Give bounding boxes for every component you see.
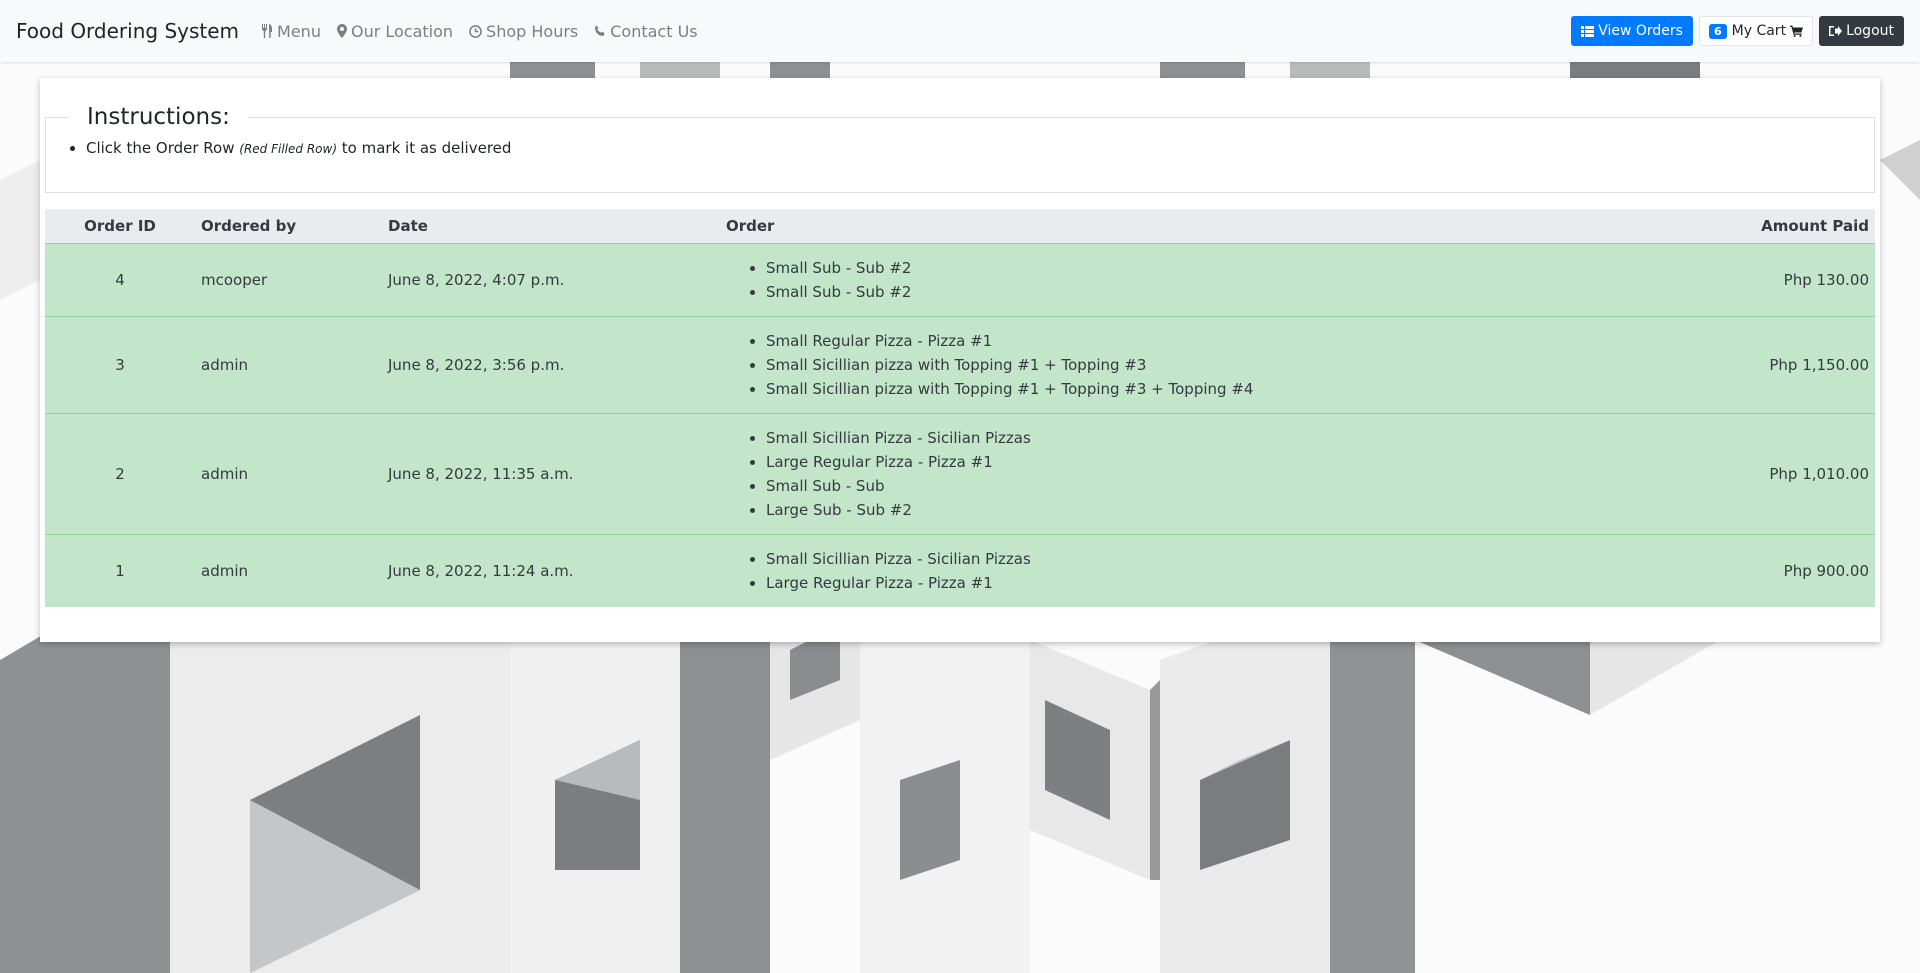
amount-paid-cell: Php 900.00 [1783, 561, 1869, 580]
order-item: Small Sicillian Pizza - Sicilian Pizzas [766, 426, 1609, 450]
instruction-suffix: to mark it as delivered [341, 139, 512, 157]
amount-paid-cell: Php 1,010.00 [1769, 464, 1869, 483]
order-id-cell: 2 [115, 464, 125, 483]
order-items-cell: Small Sicillian Pizza - Sicilian Pizzas … [720, 534, 1615, 607]
instruction-item: Click the Order Row (Red Filled Row) to … [86, 139, 1874, 157]
amount-paid-cell: Php 130.00 [1783, 270, 1869, 289]
orders-table: Order ID Ordered by Date Order Amount Pa… [45, 209, 1875, 607]
clock-icon [469, 24, 482, 38]
logout-label: Logout [1846, 23, 1894, 39]
order-row[interactable]: 4 mcooper June 8, 2022, 4:07 p.m. Small … [45, 243, 1875, 316]
date-cell: June 8, 2022, 3:56 p.m. [388, 355, 565, 374]
header-order: Order [720, 209, 1615, 243]
order-item: Large Regular Pizza - Pizza #1 [766, 450, 1609, 474]
cutlery-icon [261, 24, 273, 38]
order-item: Large Regular Pizza - Pizza #1 [766, 571, 1609, 595]
order-item: Small Regular Pizza - Pizza #1 [766, 329, 1609, 353]
nav-link-shop-hours[interactable]: Shop Hours [469, 22, 578, 41]
header-ordered-by: Ordered by [195, 209, 382, 243]
ordered-by-cell: admin [201, 355, 248, 374]
order-items-list: Small Sicillian Pizza - Sicilian Pizzas … [726, 547, 1609, 595]
header-amount-paid: Amount Paid [1615, 209, 1875, 243]
date-cell: June 8, 2022, 11:24 a.m. [388, 561, 574, 580]
orders-table-body: 4 mcooper June 8, 2022, 4:07 p.m. Small … [45, 243, 1875, 607]
order-item: Small Sub - Sub [766, 474, 1609, 498]
order-id-cell: 4 [115, 270, 125, 289]
phone-icon [594, 25, 606, 37]
sign-out-icon [1829, 25, 1843, 37]
nav-link-label: Menu [277, 21, 321, 41]
brand-title[interactable]: Food Ordering System [16, 19, 239, 43]
date-cell: June 8, 2022, 11:35 a.m. [388, 464, 574, 483]
order-items-list: Small Regular Pizza - Pizza #1 Small Sic… [726, 329, 1609, 401]
order-items-list: Small Sub - Sub #2 Small Sub - Sub #2 [726, 256, 1609, 304]
my-cart-button[interactable]: 6 My Cart [1698, 16, 1814, 46]
order-item: Large Sub - Sub #2 [766, 498, 1609, 522]
view-orders-label: View Orders [1598, 23, 1683, 39]
order-item: Small Sub - Sub #2 [766, 256, 1609, 280]
order-item: Small Sicillian pizza with Topping #1 + … [766, 353, 1609, 377]
ordered-by-cell: admin [201, 561, 248, 580]
instruction-hint: (Red Filled Row) [239, 142, 337, 156]
order-items-cell: Small Sicillian Pizza - Sicilian Pizzas … [720, 413, 1615, 534]
nav-link-contact[interactable]: Contact Us [594, 21, 698, 41]
nav-actions: View Orders 6 My Cart Logout [1565, 16, 1904, 46]
date-cell: June 8, 2022, 4:07 p.m. [388, 270, 565, 289]
map-marker-icon [336, 24, 347, 38]
order-id-cell: 1 [115, 561, 125, 580]
ordered-by-cell: mcooper [201, 270, 268, 289]
top-navbar: Food Ordering System Menu Our Location S… [0, 0, 1920, 62]
instructions-title: Instructions: [87, 104, 230, 130]
order-row[interactable]: 3 admin June 8, 2022, 3:56 p.m. Small Re… [45, 316, 1875, 413]
nav-link-label: Our Location [350, 21, 454, 41]
my-cart-label: My Cart [1731, 23, 1787, 39]
order-items-cell: Small Sub - Sub #2 Small Sub - Sub #2 [720, 243, 1615, 316]
instructions-list: Click the Order Row (Red Filled Row) to … [86, 139, 1874, 157]
amount-paid-cell: Php 1,150.00 [1769, 355, 1869, 374]
order-row[interactable]: 1 admin June 8, 2022, 11:24 a.m. Small S… [45, 534, 1875, 607]
nav-links: Menu Our Location Shop Hours Contact Us [261, 22, 714, 41]
shopping-cart-icon [1790, 25, 1804, 37]
order-item: Small Sicillian Pizza - Sicilian Pizzas [766, 547, 1609, 571]
list-icon [1581, 25, 1595, 37]
instruction-prefix: Click the Order Row [86, 139, 235, 157]
cart-count-badge: 6 [1708, 23, 1727, 39]
header-order-id: Order ID [45, 209, 195, 243]
instructions-panel: Instructions: Click the Order Row (Red F… [45, 104, 1875, 193]
header-date: Date [382, 209, 720, 243]
order-row[interactable]: 2 admin June 8, 2022, 11:35 a.m. Small S… [45, 413, 1875, 534]
orders-card: Instructions: Click the Order Row (Red F… [40, 78, 1880, 642]
order-items-list: Small Sicillian Pizza - Sicilian Pizzas … [726, 426, 1609, 522]
ordered-by-cell: admin [201, 464, 248, 483]
nav-link-label: Contact Us [610, 21, 698, 41]
logout-button[interactable]: Logout [1819, 16, 1904, 46]
view-orders-button[interactable]: View Orders [1571, 16, 1693, 46]
nav-link-menu[interactable]: Menu [261, 22, 321, 41]
orders-table-header: Order ID Ordered by Date Order Amount Pa… [45, 209, 1875, 243]
order-item: Small Sicillian pizza with Topping #1 + … [766, 377, 1609, 401]
nav-link-label: Shop Hours [486, 21, 579, 41]
order-item: Small Sub - Sub #2 [766, 280, 1609, 304]
order-items-cell: Small Regular Pizza - Pizza #1 Small Sic… [720, 316, 1615, 413]
order-id-cell: 3 [115, 355, 125, 374]
nav-link-location[interactable]: Our Location [336, 21, 454, 41]
